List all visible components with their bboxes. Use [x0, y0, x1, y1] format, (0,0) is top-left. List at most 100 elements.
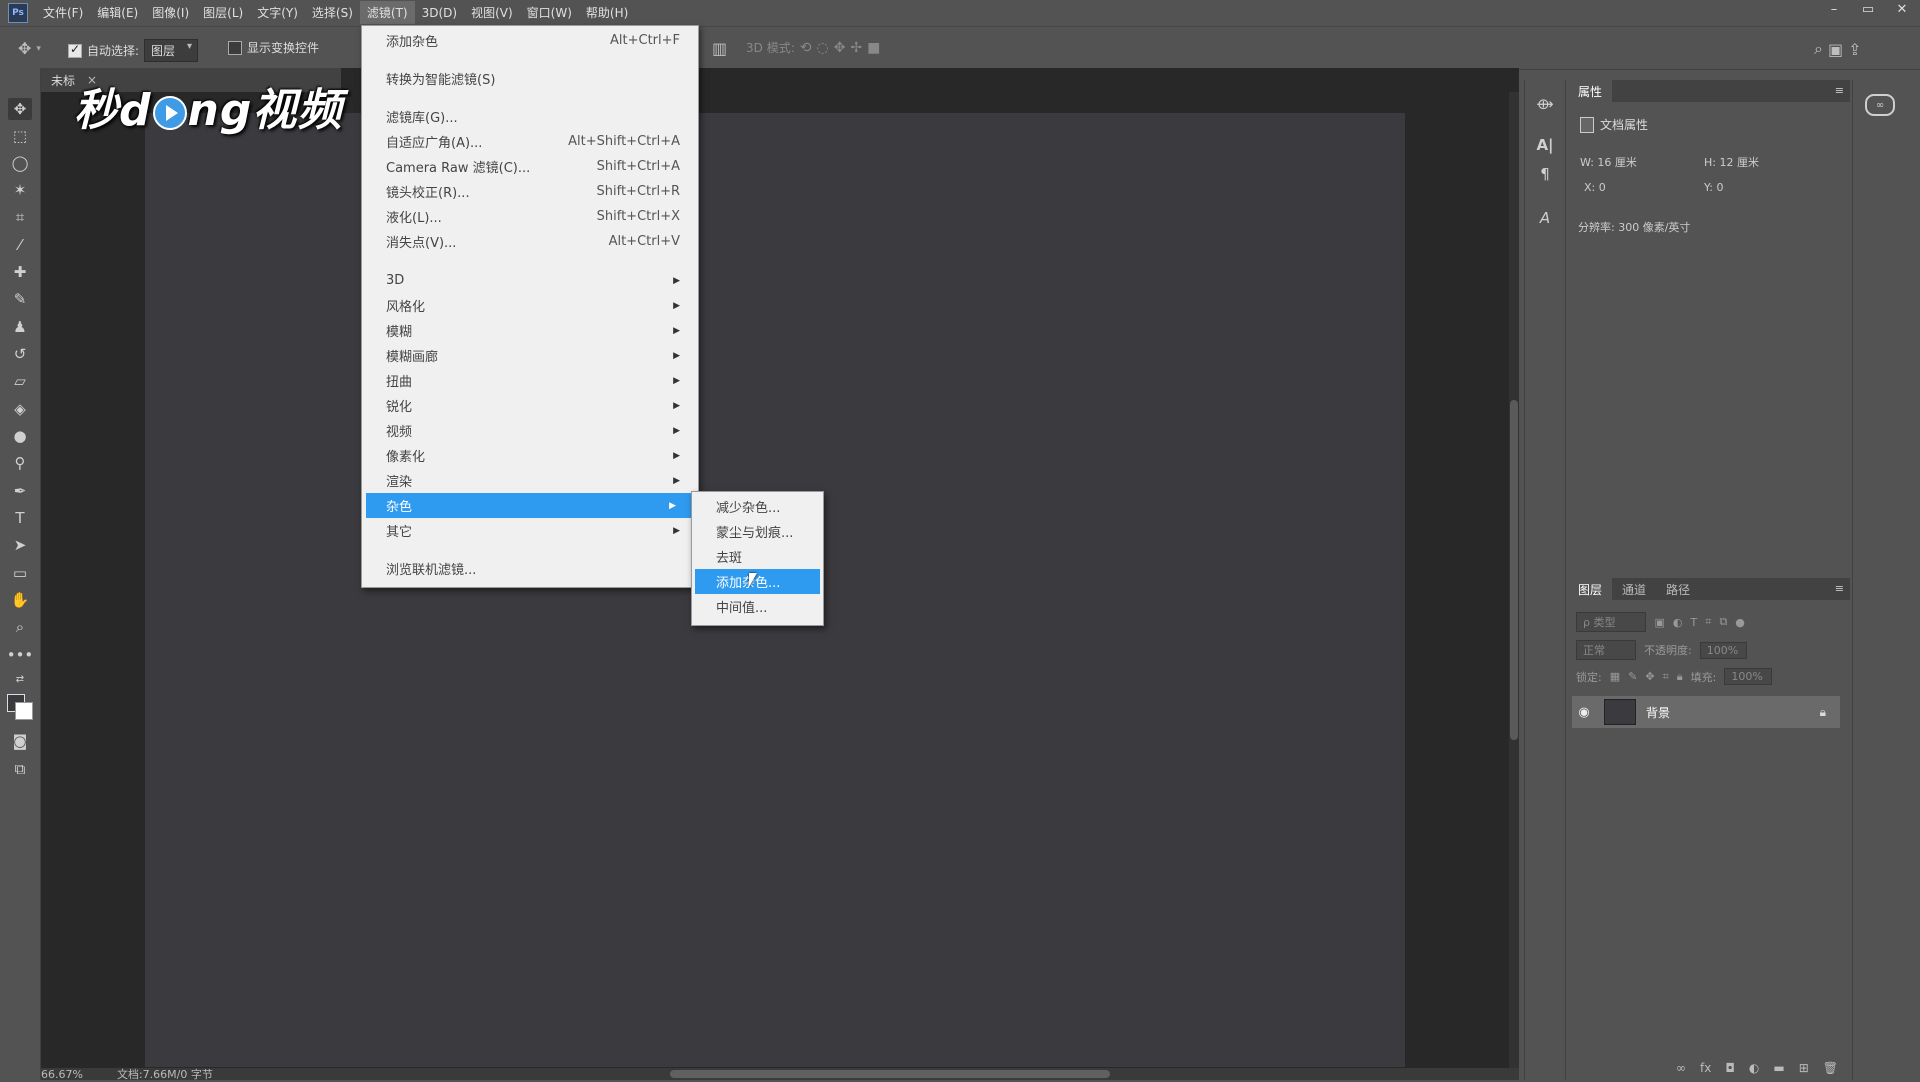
menu-item-blur-gallery[interactable]: 模糊画廊 ▶	[362, 343, 698, 368]
quick-mask-icon[interactable]: ◙	[8, 730, 32, 752]
menu-item-camera-raw[interactable]: Camera Raw 滤镜(C)... Shift+Ctrl+A	[362, 154, 698, 179]
fx-icon[interactable]: fx	[1700, 1061, 1711, 1075]
tab-channels[interactable]: 通道	[1612, 578, 1656, 600]
menu-item-adaptive-wide-angle[interactable]: 自适应广角(A)... Alt+Shift+Ctrl+A	[362, 129, 698, 154]
restore-icon[interactable]: ▭	[1860, 2, 1876, 17]
opacity-field[interactable]: 100%	[1699, 641, 1748, 659]
new-group-folder-icon[interactable]: ▬	[1773, 1061, 1784, 1075]
path-selection-tool-icon[interactable]: ➤	[8, 534, 32, 556]
creative-cloud-libraries-icon[interactable]: ∞	[1865, 94, 1895, 116]
submenu-item-dust-and-scratches[interactable]: 蒙尘与划痕...	[692, 519, 823, 544]
eraser-tool-icon[interactable]: ▱	[8, 370, 32, 392]
filter-pixel-icon[interactable]: ▣	[1654, 616, 1664, 629]
menu-item-other[interactable]: 其它 ▶	[362, 518, 698, 543]
eyedropper-tool-icon[interactable]: ⁄	[8, 234, 32, 256]
menu-3d[interactable]: 3D(D)	[415, 3, 464, 23]
menu-filter[interactable]: 滤镜(T)	[359, 1, 415, 24]
menu-item-last-filter[interactable]: 添加杂色 Alt+Ctrl+F	[362, 28, 698, 53]
zoom-level[interactable]: 66.67%	[41, 1068, 83, 1081]
3d-slide-icon[interactable]: ✢	[850, 40, 862, 56]
auto-select-checkbox[interactable]	[68, 42, 82, 58]
link-layers-icon[interactable]: ∞	[1676, 1061, 1686, 1075]
brush-tool-icon[interactable]: ✎	[8, 288, 32, 310]
paint-bucket-tool-icon[interactable]: ◈	[8, 398, 32, 420]
visibility-eye-icon[interactable]: ◉	[1572, 705, 1596, 720]
vertical-scroll-thumb[interactable]	[1510, 400, 1518, 740]
move-tool-preset[interactable]: ✥ ▾	[18, 39, 41, 58]
marquee-tool-icon[interactable]: ⬚	[8, 125, 32, 147]
submenu-item-despeckle[interactable]: 去斑	[692, 544, 823, 569]
share-icon[interactable]: ⇪	[1848, 40, 1861, 59]
fill-field[interactable]: 100%	[1724, 668, 1772, 685]
show-transform-checkbox[interactable]	[228, 40, 242, 55]
more-tools-icon[interactable]: •••	[7, 644, 34, 666]
menu-item-browse-online-filters[interactable]: 浏览联机滤镜...	[362, 556, 698, 581]
menu-item-filter-gallery[interactable]: 滤镜库(G)...	[362, 104, 698, 129]
blend-mode-select[interactable]: 正常	[1576, 640, 1636, 660]
layers-menu-icon[interactable]: ≡	[1835, 582, 1844, 595]
menu-item-3d[interactable]: 3D ▶	[362, 268, 698, 293]
menu-item-pixelate[interactable]: 像素化 ▶	[362, 443, 698, 468]
layer-name[interactable]: 背景	[1646, 704, 1670, 721]
workspace-icon[interactable]: ▣	[1828, 40, 1843, 59]
minimize-icon[interactable]: –	[1826, 2, 1842, 17]
menu-item-render[interactable]: 渲染 ▶	[362, 468, 698, 493]
menu-view[interactable]: 视图(V)	[464, 1, 520, 24]
clone-stamp-tool-icon[interactable]: ♟	[8, 316, 32, 338]
crop-tool-icon[interactable]: ⌗	[8, 206, 32, 228]
character-panel-icon[interactable]: A|	[1535, 135, 1555, 155]
submenu-item-add-noise[interactable]: 添加杂色...	[695, 569, 820, 594]
background-color-swatch[interactable]	[15, 702, 33, 720]
menu-layer[interactable]: 图层(L)	[196, 1, 250, 24]
distribute-icon[interactable]: ▥	[712, 39, 727, 58]
new-layer-icon[interactable]: ⊞	[1799, 1061, 1809, 1075]
width-field[interactable]: W: 16 厘米	[1580, 154, 1637, 170]
3d-orbit-icon[interactable]: ⟲	[800, 40, 812, 56]
3d-camera-icon[interactable]: ■	[867, 40, 880, 56]
search-icon[interactable]: ⌕	[1814, 39, 1823, 59]
lock-all-icon[interactable]: 🔒︎	[1677, 670, 1683, 684]
lock-artboard-icon[interactable]: ⌗	[1663, 670, 1669, 684]
menu-item-sharpen[interactable]: 锐化 ▶	[362, 393, 698, 418]
menu-item-vanishing-point[interactable]: 消失点(V)... Alt+Ctrl+V	[362, 229, 698, 254]
screen-mode-icon[interactable]: ⧉	[8, 758, 32, 780]
menu-item-lens-correction[interactable]: 镜头校正(R)... Shift+Ctrl+R	[362, 179, 698, 204]
menu-item-noise[interactable]: 杂色 ▶	[366, 493, 694, 518]
filter-shape-icon[interactable]: ⌗	[1705, 615, 1711, 629]
filter-adjustment-icon[interactable]: ◐	[1673, 616, 1683, 629]
menu-window[interactable]: 窗口(W)	[520, 1, 579, 24]
horizontal-scroll-thumb[interactable]	[670, 1070, 1110, 1078]
healing-brush-tool-icon[interactable]: ✚	[8, 261, 32, 283]
dodge-tool-icon[interactable]: ⚲	[8, 452, 32, 474]
menu-file[interactable]: 文件(F)	[36, 1, 90, 24]
menu-item-blur[interactable]: 模糊 ▶	[362, 318, 698, 343]
lock-pixels-icon[interactable]: ✎	[1628, 670, 1637, 683]
history-brush-tool-icon[interactable]: ↺	[8, 343, 32, 365]
pen-tool-icon[interactable]: ✒	[8, 480, 32, 502]
add-mask-icon[interactable]: ◘	[1725, 1061, 1735, 1075]
menu-type[interactable]: 文字(Y)	[250, 1, 305, 24]
menu-item-video[interactable]: 视频 ▶	[362, 418, 698, 443]
menu-image[interactable]: 图像(I)	[145, 1, 196, 24]
trash-icon[interactable]: 🗑︎	[1823, 1061, 1838, 1075]
paragraph-panel-icon[interactable]: ¶	[1535, 164, 1555, 184]
close-icon[interactable]: ✕	[1894, 2, 1910, 17]
menu-item-liquify[interactable]: 液化(L)... Shift+Ctrl+X	[362, 204, 698, 229]
blur-tool-icon[interactable]: ●	[8, 425, 32, 447]
menu-help[interactable]: 帮助(H)	[579, 1, 635, 24]
magic-wand-tool-icon[interactable]: ✶	[8, 179, 32, 201]
height-field[interactable]: H: 12 厘米	[1704, 154, 1759, 170]
adjustment-layer-icon[interactable]: ◐	[1749, 1061, 1759, 1075]
panel-menu-icon[interactable]: ≡	[1835, 84, 1844, 97]
rectangle-tool-icon[interactable]: ▭	[8, 562, 32, 584]
3d-pan-icon[interactable]: ✥	[834, 40, 846, 56]
lock-position-icon[interactable]: ✥	[1645, 670, 1654, 683]
zoom-tool-icon[interactable]: ⌕	[8, 616, 32, 638]
menu-select[interactable]: 选择(S)	[305, 1, 360, 24]
lock-transparent-icon[interactable]: ▦	[1610, 670, 1620, 683]
hand-tool-icon[interactable]: ✋	[8, 589, 32, 611]
type-tool-icon[interactable]: T	[8, 507, 32, 529]
tab-paths[interactable]: 路径	[1656, 578, 1700, 600]
filter-smart-object-icon[interactable]: ⧉	[1719, 615, 1727, 629]
history-panel-icon[interactable]: ⟴	[1535, 94, 1555, 114]
